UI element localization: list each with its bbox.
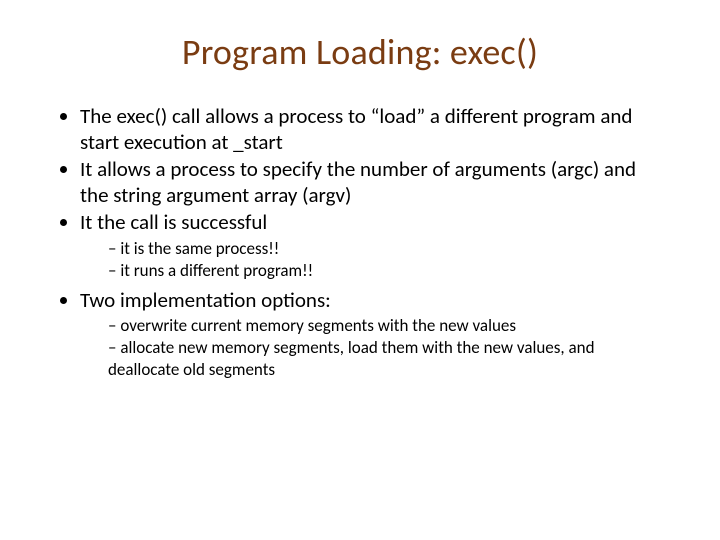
slide: Program Loading: exec() The exec() call … — [0, 0, 720, 540]
sub-bullet-list: it is the same process!! it runs a diffe… — [80, 238, 668, 282]
bullet-item: It allows a process to specify the numbe… — [80, 157, 668, 208]
bullet-text: Two implementation options: — [80, 287, 331, 313]
sub-bullet-item: overwrite current memory segments with t… — [108, 315, 668, 336]
bullet-item: Two implementation options: overwrite cu… — [80, 288, 668, 380]
sub-bullet-item: it is the same process!! — [108, 238, 668, 259]
bullet-list: The exec() call allows a process to “loa… — [52, 104, 668, 380]
bullet-item: It the call is successful it is the same… — [80, 210, 668, 281]
slide-title: Program Loading: exec() — [52, 30, 668, 74]
sub-bullet-item: it runs a different program!! — [108, 260, 668, 281]
bullet-text: It the call is successful — [80, 209, 267, 235]
sub-bullet-item: allocate new memory segments, load them … — [108, 337, 668, 380]
sub-bullet-list: overwrite current memory segments with t… — [80, 315, 668, 380]
bullet-item: The exec() call allows a process to “loa… — [80, 104, 668, 155]
